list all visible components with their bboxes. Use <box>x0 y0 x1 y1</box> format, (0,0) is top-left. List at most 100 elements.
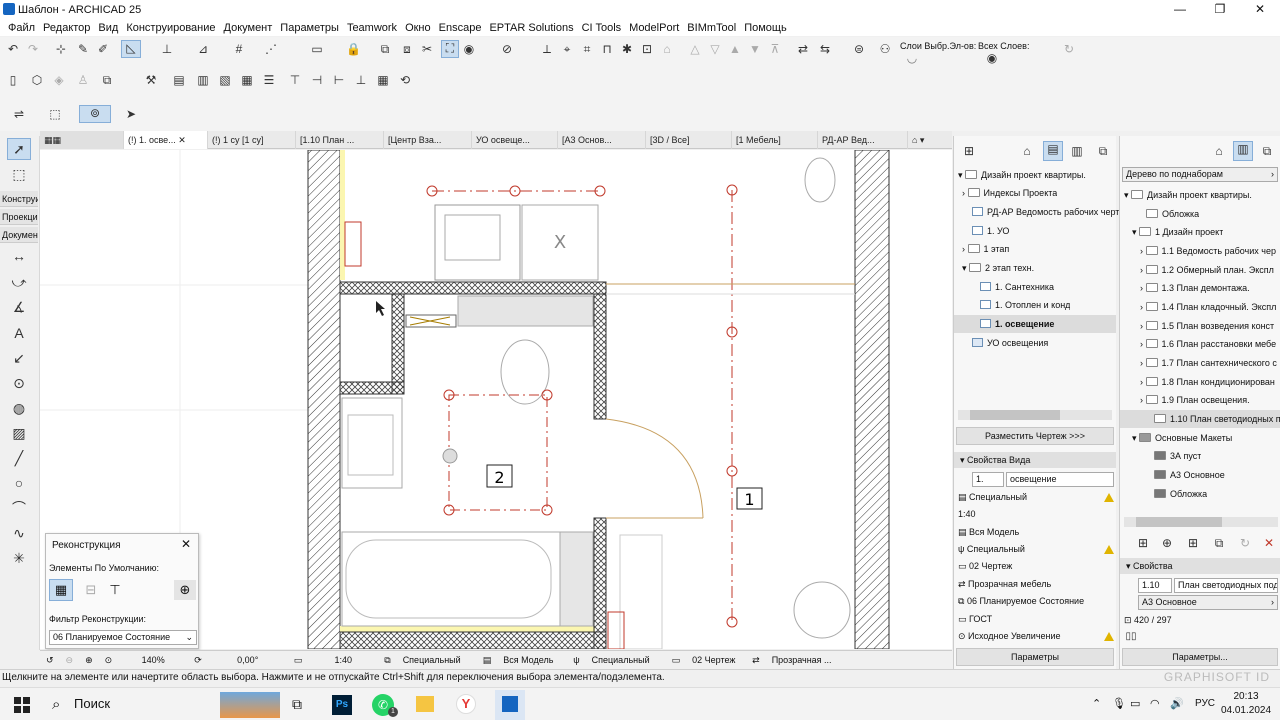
new-element-icon[interactable]: ⊤ <box>104 580 126 600</box>
clone-layout-icon[interactable]: ⧉ <box>1212 536 1226 550</box>
undo-icon[interactable]: ↶ <box>6 42 20 56</box>
view-params-button[interactable]: Параметры <box>956 648 1114 666</box>
model-view-value[interactable]: Вся Модель <box>497 655 567 665</box>
tab-3d[interactable]: [3D / Все] <box>646 131 732 149</box>
zone-icon[interactable]: ◍ <box>8 398 30 418</box>
suspend-groups-icon[interactable]: ⧈ <box>400 42 414 56</box>
lb-master-cover[interactable]: Обложка <box>1154 485 1207 503</box>
syringe-icon[interactable]: ✐ <box>96 42 110 56</box>
task-view-icon[interactable]: ⧉ <box>292 696 302 713</box>
nav-item-uo-lighting[interactable]: УО освещения <box>972 334 1048 352</box>
layout-properties-header[interactable]: ▾ Свойства <box>1120 558 1280 574</box>
close-window-button[interactable]: ✕ <box>1240 0 1280 19</box>
scale-icon[interactable]: ▭ <box>288 655 309 666</box>
snap-points-icon[interactable]: ⊿ <box>196 42 210 56</box>
marquee-icon[interactable]: ▭ <box>310 42 324 56</box>
close-palette-icon[interactable]: ✕ <box>181 537 191 551</box>
tab-overview-icon[interactable]: ▦▦ <box>40 131 124 149</box>
resize-icon[interactable]: ⊡ <box>640 42 654 56</box>
prop-renovation[interactable]: ⧉ 06 Планируемое Состояние <box>958 593 1116 610</box>
layer-eye-icon[interactable]: ◡ <box>905 51 919 65</box>
lb-master-3a[interactable]: 3А пуст <box>1154 447 1201 465</box>
lb-master-layouts[interactable]: ▾ Основные Макеты <box>1132 429 1232 447</box>
menu-edit[interactable]: Редактор <box>39 22 94 34</box>
label-tool-icon[interactable]: ↙ <box>8 348 30 368</box>
lb-item-1-5[interactable]: › 1.5 План возведения конст <box>1140 317 1274 335</box>
menu-document[interactable]: Документ <box>220 22 277 34</box>
menu-eptar[interactable]: EPTAR Solutions <box>485 22 577 34</box>
polyline-tool-icon[interactable]: ⌒ <box>8 498 30 518</box>
move-up-icon[interactable]: ▲ <box>728 42 742 56</box>
tree-mode-dropdown[interactable]: Дерево по поднаборам › <box>1122 167 1278 182</box>
dim-icon-2[interactable]: ⊣ <box>310 73 324 87</box>
publisher-sets-icon[interactable]: ⧉ <box>1096 144 1110 158</box>
lb-design-project[interactable]: ▾ 1 Дизайн проект <box>1132 223 1223 241</box>
place-drawing-button[interactable]: Разместить Чертеж >>> <box>956 427 1114 445</box>
explode-icon[interactable]: ✱ <box>620 42 634 56</box>
layers-combo-icon[interactable]: ⧉ <box>378 655 396 666</box>
dim-icon-1[interactable]: ⊤ <box>288 73 302 87</box>
slab-icon[interactable]: ⬡ <box>30 73 44 87</box>
scale-value[interactable]: 1:40 <box>308 655 378 665</box>
figure-icon[interactable]: ♙ <box>76 73 90 87</box>
intersect-icon[interactable]: ⌖ <box>560 42 574 56</box>
update-icon[interactable]: ↻ <box>1238 536 1252 550</box>
table-icon[interactable]: ▦ <box>376 73 390 87</box>
move-down-icon[interactable]: ▼ <box>748 42 762 56</box>
wifi-icon[interactable]: ◠ <box>1150 697 1160 710</box>
dimension-icon[interactable]: ↔ <box>8 246 30 266</box>
wall-icon[interactable]: ▯ <box>6 73 20 87</box>
taskbar-search[interactable]: Поиск <box>74 696 110 711</box>
tab-a3-master[interactable]: [А3 Основ... <box>558 131 646 149</box>
renovation-settings-icon[interactable]: ⊕ <box>174 580 196 600</box>
arrow-tool-icon[interactable]: ➤ <box>124 107 138 121</box>
nav-item-stage1[interactable]: › 1 этап <box>962 240 1009 258</box>
menu-teamwork[interactable]: Teamwork <box>343 22 401 34</box>
tray-overflow-icon[interactable]: ⌃ <box>1092 697 1101 710</box>
spline-tool-icon[interactable]: ∿ <box>8 523 30 543</box>
nav-item-heating[interactable]: 1. Отоплен и конд <box>980 296 1070 314</box>
pick-up-icon[interactable]: ⊹ <box>54 42 68 56</box>
tab-floor-1[interactable]: (!) 1 су [1 су] <box>208 131 296 149</box>
menu-modelport[interactable]: ModelPort <box>625 22 683 34</box>
network-icon[interactable]: ▭ <box>1130 697 1140 710</box>
prop-model[interactable]: ▤ Вся Модель <box>958 524 1116 541</box>
hatch-icon[interactable]: ▧ <box>218 73 232 87</box>
grid-icon[interactable]: # <box>232 42 246 56</box>
nav-item-indexes[interactable]: › Индексы Проекта <box>962 184 1057 202</box>
redo-zoom-icon[interactable]: ⊖ <box>60 655 80 666</box>
photoshop-icon[interactable]: Ps <box>332 695 352 715</box>
model-view-icon[interactable]: ▤ <box>477 655 498 666</box>
tab-furniture[interactable]: [1 Мебель] <box>732 131 818 149</box>
graphic-override-value[interactable]: Прозрачная ... <box>766 655 834 665</box>
nav-item-stage2[interactable]: ▾ 2 этап техн. <box>962 259 1034 277</box>
search-icon[interactable]: ⌕ <box>52 696 60 713</box>
layout-params-button[interactable]: Параметры... <box>1122 648 1278 666</box>
nav-item-uo[interactable]: 1. УО <box>972 222 1009 240</box>
prop-override[interactable]: ⇄ Прозрачная мебель <box>958 576 1116 593</box>
palette-label-design[interactable]: Конструи <box>0 191 38 207</box>
yandex-browser-icon[interactable]: Y <box>456 694 476 714</box>
minimize-button[interactable]: — <box>1160 0 1200 19</box>
rotate-icon[interactable]: ⟳ <box>188 655 208 666</box>
layout-book-icon[interactable]: ▥ <box>1233 141 1253 161</box>
layout-id-input[interactable]: 1.10 <box>1138 578 1172 593</box>
tab-lighting-plan[interactable]: (!) 1. осве... ✕ <box>124 131 208 149</box>
menu-file[interactable]: Файл <box>4 22 39 34</box>
object-icon[interactable]: ◈ <box>52 73 66 87</box>
new-subset-icon[interactable]: ⊞ <box>1136 536 1150 550</box>
lb-item-1-4[interactable]: › 1.4 План кладочный. Экспл <box>1140 298 1276 316</box>
layer-combination-icon[interactable]: ⊜ <box>852 42 866 56</box>
windows-start-icon[interactable] <box>14 697 30 713</box>
volume-icon[interactable]: 🔊 <box>1170 697 1184 710</box>
palette-label-projection[interactable]: Проекци <box>0 209 38 225</box>
layout-book-sub-icon[interactable]: ▯▯ <box>1124 630 1138 644</box>
navigator-menu-icon[interactable]: ⊞ <box>962 144 976 158</box>
teamwork-send-icon[interactable]: ⇄ <box>796 42 810 56</box>
maximize-button[interactable]: ❐ <box>1200 0 1240 19</box>
menu-design[interactable]: Конструирование <box>122 22 219 34</box>
select-filter-icon[interactable]: ⇌ <box>12 107 26 121</box>
group-icon[interactable]: ⧉ <box>378 42 392 56</box>
prop-zoom[interactable]: ⊙ Исходное Увеличение <box>958 628 1116 645</box>
renovation-filter-select[interactable]: 06 Планируемое Состояние ⌄ <box>49 630 197 645</box>
